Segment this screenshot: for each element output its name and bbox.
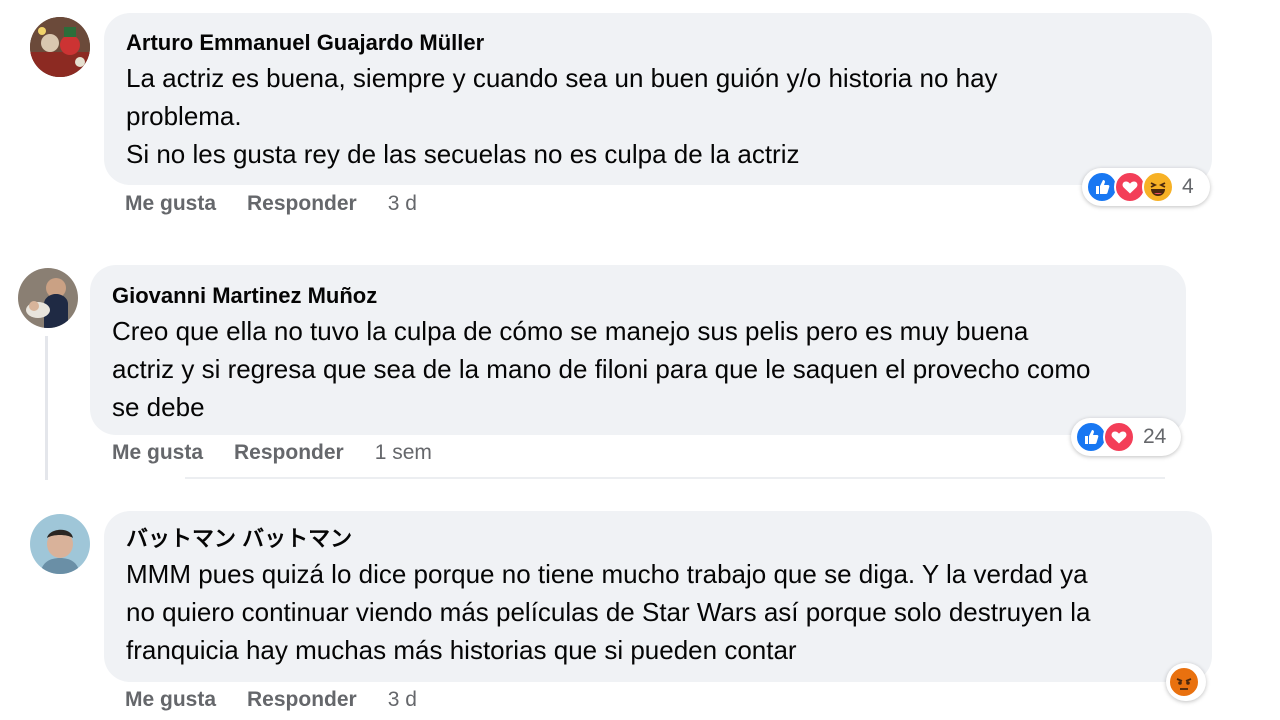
comment-text-line: Si no les gusta rey de las secuelas no e… [126, 139, 800, 169]
angry-icon [1168, 666, 1200, 698]
comment-bubble: Arturo Emmanuel Guajardo Müller La actri… [104, 13, 1212, 185]
avatar[interactable] [18, 268, 78, 328]
comment-author[interactable]: Giovanni Martinez Muñoz [112, 282, 1166, 310]
reply-button[interactable]: Responder [247, 192, 357, 216]
comment-actions: Me gusta Responder 3 d [125, 688, 417, 712]
avatar[interactable] [30, 514, 90, 574]
comment-text: Creo que ella no tuvo la culpa de cómo s… [112, 312, 1166, 426]
comment-text-line: se debe [112, 392, 205, 422]
reactions-summary[interactable]: 24 [1071, 418, 1181, 456]
comment-timestamp[interactable]: 1 sem [375, 441, 432, 465]
comment-text-line: La actriz es buena, siempre y cuando sea… [126, 63, 998, 93]
comment-bubble: Giovanni Martinez Muñoz Creo que ella no… [90, 265, 1186, 435]
thread-line [45, 336, 48, 480]
reply-button[interactable]: Responder [247, 688, 357, 712]
avatar-image [30, 514, 90, 574]
comment-text-line: Creo que ella no tuvo la culpa de cómo s… [112, 316, 1029, 346]
comment-text: MMM pues quizá lo dice porque no tiene m… [126, 555, 1192, 669]
reactions-summary[interactable] [1166, 663, 1206, 701]
comment-text-line: actriz y si regresa que sea de la mano d… [112, 354, 1091, 384]
love-icon [1103, 421, 1135, 453]
comment-timestamp[interactable]: 3 d [388, 192, 417, 216]
like-button[interactable]: Me gusta [112, 441, 203, 465]
avatar-image [30, 17, 90, 77]
reaction-count: 24 [1143, 425, 1167, 448]
comment-actions: Me gusta Responder 1 sem [112, 441, 432, 465]
comment-author[interactable]: バットマン バットマン [126, 525, 1192, 553]
comment-author[interactable]: Arturo Emmanuel Guajardo Müller [126, 29, 1192, 57]
reactions-summary[interactable]: 4 [1082, 168, 1210, 206]
avatar[interactable] [30, 17, 90, 77]
avatar-image [18, 268, 78, 328]
like-button[interactable]: Me gusta [125, 688, 216, 712]
like-button[interactable]: Me gusta [125, 192, 216, 216]
comment-actions: Me gusta Responder 3 d [125, 192, 417, 216]
divider [185, 477, 1165, 479]
haha-icon [1142, 171, 1174, 203]
reaction-count: 4 [1182, 175, 1194, 198]
comment-text-line: problema. [126, 101, 242, 131]
comment-text-line: MMM pues quizá lo dice porque no tiene m… [126, 559, 1088, 589]
reply-button[interactable]: Responder [234, 441, 344, 465]
comment-text-line: no quiero continuar viendo más películas… [126, 597, 1091, 627]
comment-text-line: franquicia hay muchas más historias que … [126, 635, 797, 665]
comment-text: La actriz es buena, siempre y cuando sea… [126, 59, 1192, 173]
comment-timestamp[interactable]: 3 d [388, 688, 417, 712]
comment-bubble: バットマン バットマン MMM pues quizá lo dice porqu… [104, 511, 1212, 682]
